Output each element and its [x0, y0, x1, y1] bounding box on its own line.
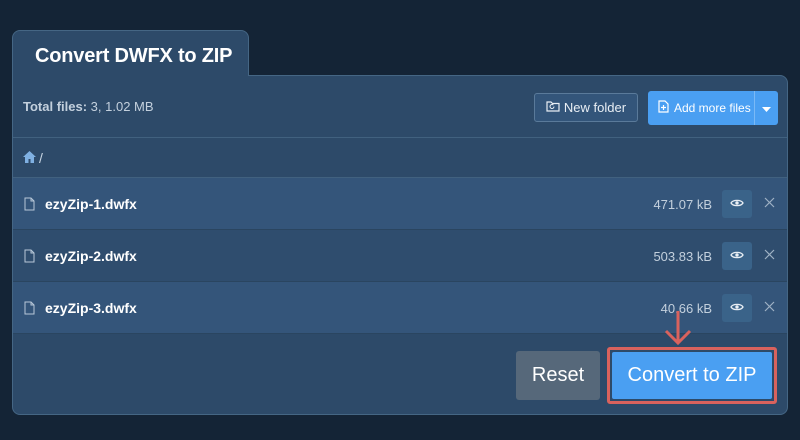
file-row: ezyZip-1.dwfx 471.07 kB: [13, 178, 787, 230]
caret-down-icon: [762, 101, 771, 115]
file-icon: [24, 301, 35, 320]
total-files-value: 3, 1.02 MB: [90, 99, 154, 114]
breadcrumb: /: [13, 137, 787, 178]
converter-panel: Total files: 3, 1.02 MB New folder Add m…: [12, 75, 788, 415]
close-icon: [764, 195, 775, 213]
new-folder-button[interactable]: New folder: [534, 93, 638, 122]
add-files-dropdown-toggle[interactable]: [754, 91, 778, 125]
file-icon: [24, 249, 35, 268]
remove-file-button[interactable]: [761, 196, 777, 212]
add-more-files-button[interactable]: Add more files: [648, 91, 778, 125]
total-files: Total files: 3, 1.02 MB: [23, 99, 154, 114]
arrow-down-icon: [662, 310, 694, 351]
file-toolbar: Total files: 3, 1.02 MB New folder Add m…: [13, 76, 787, 137]
remove-file-button[interactable]: [761, 248, 777, 264]
file-plus-icon: [658, 100, 669, 116]
file-icon: [24, 197, 35, 216]
preview-button[interactable]: [722, 190, 752, 218]
preview-button[interactable]: [722, 242, 752, 270]
tab-title: Convert DWFX to ZIP: [35, 45, 233, 67]
remove-file-button[interactable]: [761, 300, 777, 316]
convert-button[interactable]: Convert to ZIP: [612, 352, 772, 399]
add-more-files-main[interactable]: Add more files: [648, 91, 754, 125]
file-size: 471.07 kB: [653, 197, 712, 212]
preview-button[interactable]: [722, 294, 752, 322]
close-icon: [764, 247, 775, 265]
total-files-label: Total files:: [23, 99, 88, 114]
file-name: ezyZip-2.dwfx: [45, 248, 137, 264]
reset-button[interactable]: Reset: [516, 351, 600, 400]
home-icon[interactable]: [23, 150, 36, 166]
file-row: ezyZip-2.dwfx 503.83 kB: [13, 230, 787, 282]
eye-icon: [730, 195, 744, 213]
new-folder-label: New folder: [563, 100, 627, 115]
file-name: ezyZip-3.dwfx: [45, 300, 137, 316]
eye-icon: [730, 247, 744, 265]
close-icon: [764, 299, 775, 317]
breadcrumb-separator: /: [39, 149, 43, 166]
folder-sync-icon: [546, 100, 560, 115]
file-size: 503.83 kB: [653, 249, 712, 264]
tool-tab: Convert DWFX to ZIP: [12, 30, 249, 76]
file-name: ezyZip-1.dwfx: [45, 196, 137, 212]
add-more-files-label: Add more files: [674, 101, 751, 115]
eye-icon: [730, 299, 744, 317]
